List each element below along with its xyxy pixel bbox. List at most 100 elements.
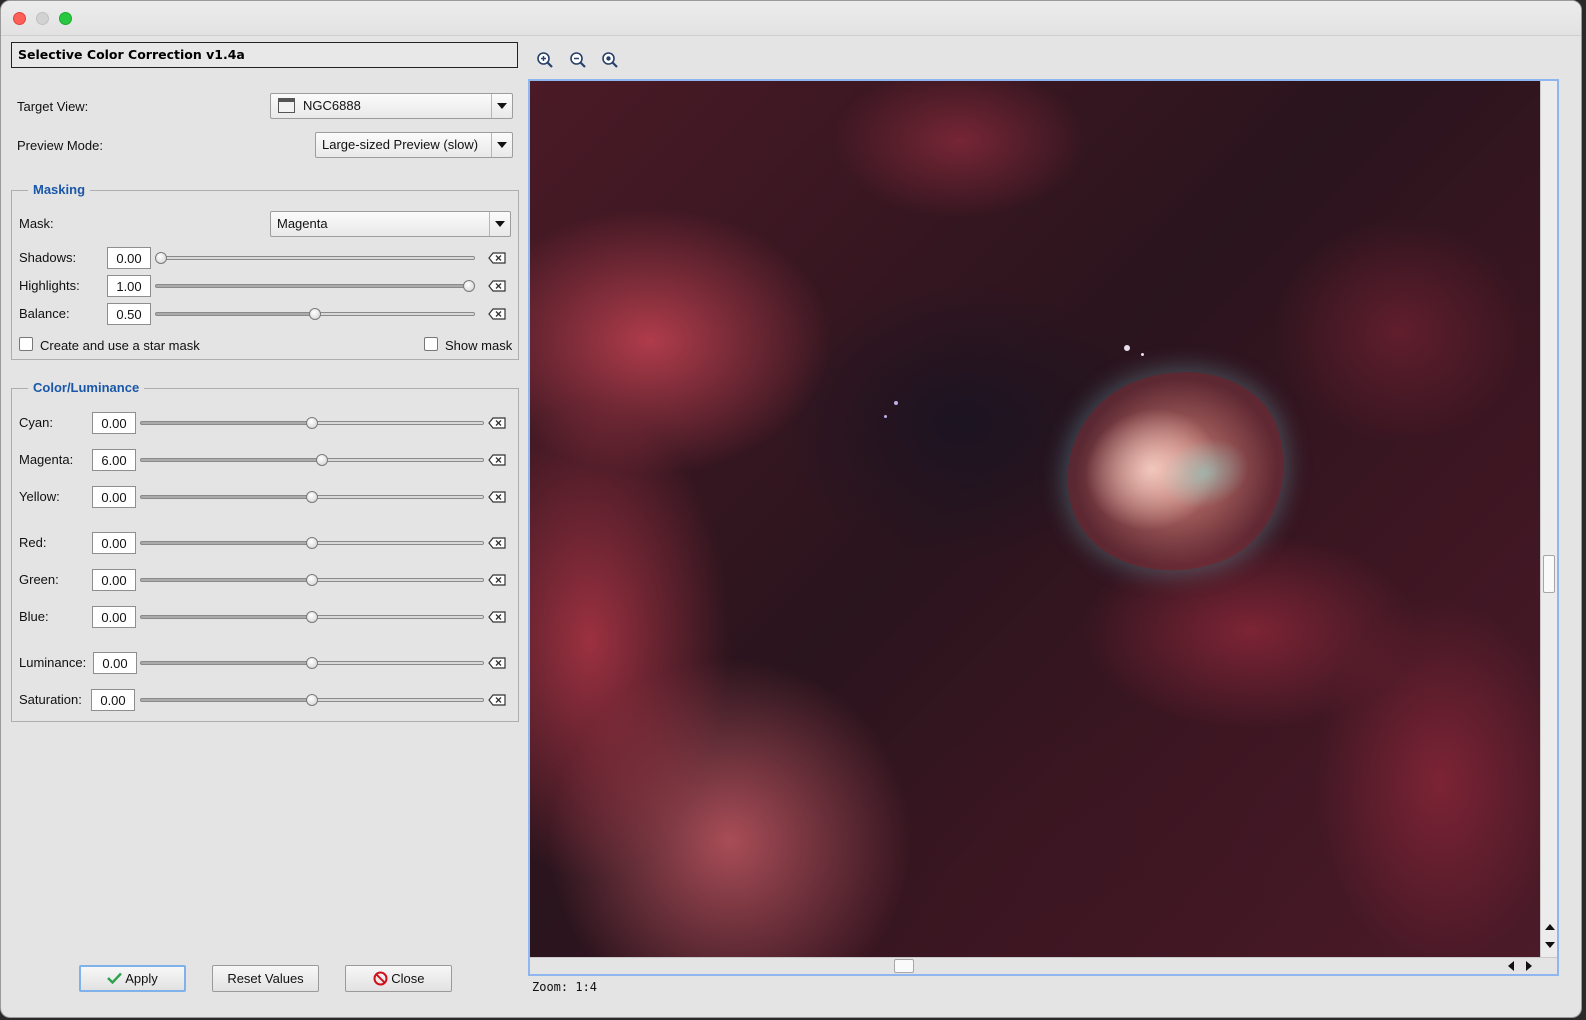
crescent-nebula: [1040, 343, 1312, 601]
clear-field-icon[interactable]: [488, 280, 506, 292]
vertical-scroll-thumb[interactable]: [1543, 555, 1555, 593]
zoom-fit-icon[interactable]: [601, 51, 619, 69]
color-sliders-slider-knob[interactable]: [306, 491, 318, 503]
color-sliders-value-field[interactable]: 0.00: [92, 412, 136, 434]
preview-mode-label: Preview Mode:: [17, 138, 103, 153]
clear-field-icon[interactable]: [488, 417, 506, 429]
title-bar: [1, 1, 1581, 36]
reset-values-button[interactable]: Reset Values: [212, 965, 319, 992]
color-sliders-slider-fill: [312, 616, 483, 618]
color-sliders-value-field[interactable]: 0.00: [91, 689, 135, 711]
close-window-button[interactable]: [13, 12, 26, 25]
masking-sliders-slider-fill: [156, 257, 474, 259]
clear-field-icon[interactable]: [488, 308, 506, 320]
color-luminance-group: [11, 388, 519, 722]
zoom-out-icon[interactable]: [569, 51, 587, 69]
color-sliders-slider-track[interactable]: [140, 458, 484, 462]
color-sliders-slider-knob[interactable]: [306, 611, 318, 623]
color-sliders-slider-knob[interactable]: [315, 454, 328, 466]
masking-group-title: Masking: [28, 182, 91, 197]
color-sliders-value-field[interactable]: 0.00: [92, 532, 136, 554]
clear-field-icon[interactable]: [488, 491, 506, 503]
masking-sliders-slider-track[interactable]: [155, 256, 475, 260]
clear-field-icon[interactable]: [488, 454, 506, 466]
clear-field-icon[interactable]: [488, 574, 506, 586]
clear-field-icon[interactable]: [488, 252, 506, 264]
masking-sliders-slider-label: Shadows:: [19, 250, 77, 265]
star: [1124, 345, 1130, 351]
color-luminance-group-title: Color/Luminance: [28, 380, 145, 395]
preview-mode-combo[interactable]: Large-sized Preview (slow): [315, 132, 513, 158]
horizontal-scroll-thumb[interactable]: [894, 959, 914, 973]
scroll-left-arrow-icon[interactable]: [1508, 961, 1514, 971]
color-sliders-slider-label: Saturation:: [19, 692, 82, 707]
clear-field-icon[interactable]: [488, 611, 506, 623]
maximize-window-button[interactable]: [59, 12, 72, 25]
clear-field-icon[interactable]: [488, 537, 506, 549]
zoom-label: Zoom: 1:4: [532, 980, 598, 994]
image-preview[interactable]: [528, 79, 1559, 976]
color-sliders-slider-knob[interactable]: [306, 574, 318, 586]
color-sliders-slider-fill: [312, 579, 483, 581]
mask-combo[interactable]: Magenta: [270, 211, 511, 237]
clear-field-icon[interactable]: [488, 657, 506, 669]
color-sliders-slider-label: Green:: [19, 572, 59, 587]
star: [894, 401, 898, 405]
color-sliders-slider-knob[interactable]: [306, 694, 318, 706]
chevron-down-icon: [491, 94, 512, 118]
scroll-right-arrow-icon[interactable]: [1526, 961, 1532, 971]
star: [884, 415, 887, 418]
star-mask-checkbox[interactable]: [19, 337, 33, 351]
forbidden-icon: [373, 971, 388, 986]
chevron-down-icon: [491, 133, 512, 157]
masking-sliders-slider-label: Highlights:: [19, 278, 80, 293]
masking-sliders-slider-track[interactable]: [155, 284, 475, 288]
horizontal-scrollbar[interactable]: [530, 957, 1557, 974]
masking-sliders-slider-knob[interactable]: [463, 280, 475, 292]
show-mask-checkbox[interactable]: [424, 337, 438, 351]
color-sliders-slider-fill: [312, 496, 483, 498]
color-sliders-value-field[interactable]: 0.00: [92, 486, 136, 508]
color-sliders-slider-knob[interactable]: [306, 537, 318, 549]
color-sliders-slider-label: Luminance:: [19, 655, 87, 670]
color-sliders-value-field[interactable]: 0.00: [92, 569, 136, 591]
image-window-icon: [278, 98, 295, 113]
show-mask-label: Show mask: [445, 338, 513, 353]
close-button[interactable]: Close: [345, 965, 452, 992]
mask-value: Magenta: [277, 216, 328, 231]
color-sliders-value-field[interactable]: 0.00: [92, 606, 136, 628]
clear-field-icon[interactable]: [488, 694, 506, 706]
color-sliders-slider-label: Blue:: [19, 609, 49, 624]
masking-sliders-slider-label: Balance:: [19, 306, 70, 321]
color-sliders-value-field[interactable]: 0.00: [93, 652, 137, 674]
color-sliders-slider-fill: [322, 459, 483, 461]
color-sliders-slider-label: Yellow:: [19, 489, 60, 504]
zoom-in-icon[interactable]: [536, 51, 554, 69]
masking-sliders-slider-knob[interactable]: [155, 252, 167, 264]
chevron-down-icon: [489, 212, 510, 236]
apply-button[interactable]: Apply: [79, 965, 186, 992]
color-sliders-slider-label: Magenta:: [19, 452, 74, 467]
apply-label: Apply: [125, 971, 158, 986]
minimize-window-button[interactable]: [36, 12, 49, 25]
color-sliders-slider-fill: [312, 662, 483, 664]
dialog-window: Selective Color Correction v1.4a Target …: [0, 0, 1582, 1018]
script-title: Selective Color Correction v1.4a: [11, 42, 518, 68]
masking-sliders-slider-knob[interactable]: [309, 308, 321, 320]
close-label: Close: [391, 971, 425, 986]
checkmark-icon: [107, 972, 123, 985]
color-sliders-slider-knob[interactable]: [306, 417, 318, 429]
target-view-combo[interactable]: NGC6888: [270, 93, 513, 119]
vertical-scrollbar[interactable]: [1540, 81, 1557, 957]
masking-sliders-value-field[interactable]: 1.00: [107, 275, 151, 297]
masking-sliders-value-field[interactable]: 0.50: [107, 303, 151, 325]
color-sliders-value-field[interactable]: 6.00: [92, 449, 136, 471]
scroll-up-arrow-icon[interactable]: [1545, 924, 1555, 930]
star-mask-label: Create and use a star mask: [40, 338, 200, 353]
masking-sliders-slider-fill: [315, 313, 474, 315]
target-view-value: NGC6888: [303, 98, 361, 113]
color-sliders-slider-knob[interactable]: [306, 657, 318, 669]
scroll-down-arrow-icon[interactable]: [1545, 942, 1555, 948]
masking-sliders-value-field[interactable]: 0.00: [107, 247, 151, 269]
color-sliders-slider-label: Red:: [19, 535, 47, 550]
